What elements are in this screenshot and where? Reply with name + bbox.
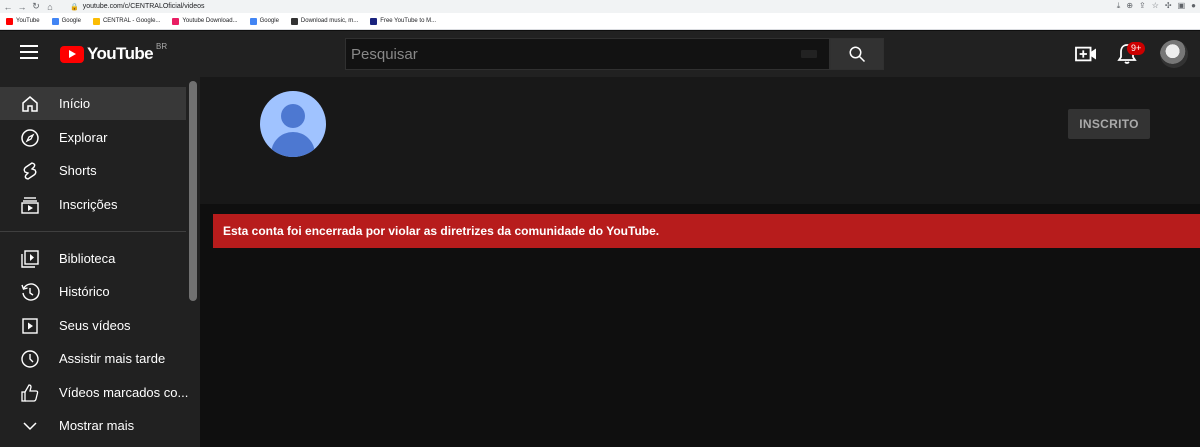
- create-video-icon[interactable]: [1075, 44, 1097, 64]
- download-favicon-icon: [172, 17, 180, 25]
- music-favicon-icon: [290, 17, 298, 25]
- bookmark-item[interactable]: Download music, m...: [290, 17, 358, 25]
- history-icon: [20, 282, 40, 302]
- sidebar-item-label: Histórico: [59, 284, 110, 299]
- sidebar-item-label: Inscrições: [59, 197, 118, 212]
- search-input[interactable]: Pesquisar: [351, 46, 801, 63]
- sidebar-item-inicio[interactable]: Início: [0, 87, 186, 120]
- your-videos-icon: [20, 316, 40, 336]
- star-icon[interactable]: ☆: [1152, 1, 1159, 11]
- address-bar[interactable]: 🔒 youtube.com/c/CENTRALOficial/videos: [70, 1, 1190, 12]
- sidebar-item-label: Biblioteca: [59, 251, 116, 266]
- bookmark-item[interactable]: Youtube Download...: [172, 17, 238, 25]
- bookmark-item[interactable]: Google: [51, 17, 81, 25]
- sidebar-item-mostrar-mais[interactable]: Mostrar mais: [0, 409, 186, 442]
- download-icon[interactable]: ⤓: [1117, 1, 1121, 11]
- chevron-down-icon: [20, 416, 40, 436]
- logo-text: YouTube: [87, 44, 154, 63]
- puzzle-icon[interactable]: ✣: [1165, 1, 1172, 11]
- drive-favicon-icon: [92, 17, 100, 25]
- alert-message: Esta conta foi encerrada por violar as d…: [223, 224, 660, 238]
- masthead: YouTube BR Pesquisar 9+: [0, 31, 1200, 77]
- country-code: BR: [156, 41, 168, 51]
- sidebar-item-historico[interactable]: Histórico: [0, 275, 186, 308]
- subscribe-button[interactable]: INSCRITO: [1068, 109, 1150, 139]
- share-icon[interactable]: ⇪: [1139, 1, 1146, 11]
- lock-icon: 🔒: [70, 3, 79, 11]
- converter-favicon-icon: [370, 17, 378, 25]
- sidebar-item-label: Mostrar mais: [59, 418, 135, 433]
- search-icon: [849, 46, 866, 63]
- compass-icon: [20, 128, 40, 148]
- account-avatar[interactable]: [1160, 40, 1188, 68]
- bookmark-item[interactable]: Google: [249, 17, 279, 25]
- terminated-alert: Esta conta foi encerrada por violar as d…: [213, 214, 1200, 248]
- search-button[interactable]: [830, 38, 884, 70]
- channel-avatar: [260, 91, 326, 157]
- shorts-icon: [20, 161, 40, 181]
- sidebar-item-label: Seus vídeos: [59, 318, 131, 333]
- sidebar-item-explorar[interactable]: Explorar: [0, 121, 186, 154]
- subscriptions-icon: [20, 195, 40, 215]
- bookmarks-bar: YouTube Google CENTRAL - Google... Youtu…: [0, 13, 1200, 30]
- youtube-favicon-icon: [6, 17, 13, 25]
- youtube-logo[interactable]: YouTube BR: [60, 41, 168, 64]
- sidebar-scrollbar[interactable]: [189, 81, 197, 301]
- back-icon[interactable]: ←: [2, 1, 14, 13]
- sidebar-item-label: Início: [59, 96, 91, 111]
- sidebar-item-label: Vídeos marcados co...: [59, 385, 189, 400]
- home-browser-icon[interactable]: ⌂: [44, 1, 56, 13]
- google-favicon-icon: [249, 17, 257, 25]
- sidebar-divider: [0, 231, 186, 232]
- sidebar-item-assistir-mais-tarde[interactable]: Assistir mais tarde: [0, 342, 186, 375]
- sidebar-item-seus-videos[interactable]: Seus vídeos: [0, 309, 186, 342]
- search-box[interactable]: Pesquisar: [345, 38, 830, 70]
- sidebar-item-inscricoes[interactable]: Inscrições: [0, 188, 186, 221]
- keyboard-icon[interactable]: [801, 50, 817, 58]
- zoom-icon[interactable]: ⊕: [1126, 1, 1133, 11]
- sidepanel-icon[interactable]: ▣: [1178, 1, 1186, 11]
- notification-badge: 9+: [1127, 42, 1146, 55]
- browser-toolbar: ← → ↻ ⌂ 🔒 youtube.com/c/CENTRALOficial/v…: [0, 0, 1200, 13]
- guide-sidebar: Início Explorar Shorts Inscrições Biblio…: [0, 77, 200, 447]
- channel-header: INSCRITO: [200, 77, 1200, 204]
- bookmark-item[interactable]: CENTRAL - Google...: [92, 17, 160, 25]
- sidebar-item-shorts[interactable]: Shorts: [0, 154, 186, 187]
- address-bar-url: youtube.com/c/CENTRALOficial/videos: [82, 3, 205, 10]
- forward-icon[interactable]: →: [16, 1, 28, 13]
- channel-page: INSCRITO Esta conta foi encerrada por vi…: [200, 77, 1200, 447]
- play-logo-icon: [60, 45, 84, 63]
- thumbs-up-icon: [20, 383, 40, 403]
- profile-icon[interactable]: ●: [1191, 1, 1196, 11]
- sidebar-item-videos-marcados[interactable]: Vídeos marcados co...: [0, 376, 189, 409]
- sidebar-item-label: Assistir mais tarde: [59, 351, 166, 366]
- sidebar-item-label: Explorar: [59, 130, 108, 145]
- sidebar-item-biblioteca[interactable]: Biblioteca: [0, 242, 186, 275]
- reload-icon[interactable]: ↻: [30, 1, 42, 13]
- home-icon: [20, 94, 40, 114]
- library-icon: [20, 249, 40, 269]
- watch-later-icon: [20, 349, 40, 369]
- sidebar-item-label: Shorts: [59, 163, 97, 178]
- hamburger-menu-icon[interactable]: [20, 45, 38, 59]
- google-favicon-icon: [51, 17, 59, 25]
- extension-icons: ⤓ ⊕ ⇪ ☆ ✣ ▣ ●: [1117, 1, 1196, 11]
- bookmark-item[interactable]: YouTube: [6, 17, 40, 25]
- bookmark-item[interactable]: Free YouTube to M...: [370, 17, 436, 25]
